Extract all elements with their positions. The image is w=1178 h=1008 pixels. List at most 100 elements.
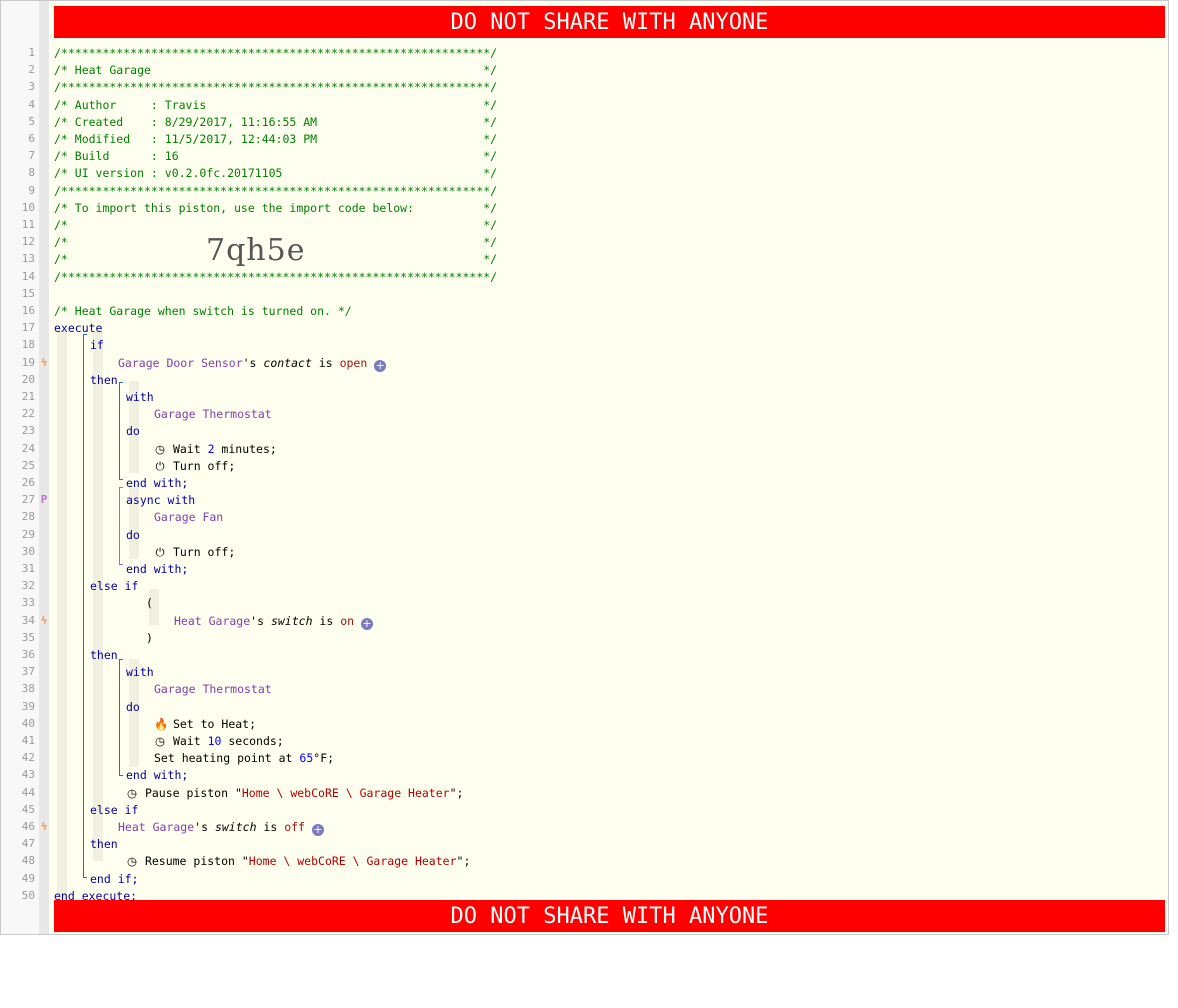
code-line: else if [90, 803, 138, 817]
add-condition-button[interactable]: + [311, 824, 324, 836]
code-line: ◷ Pause piston "Home \ webCoRE \ Garage … [126, 786, 463, 800]
code-line: if [90, 338, 104, 352]
line-number: 35 [21, 630, 35, 644]
code-line: end if; [90, 872, 138, 886]
code-line: ⏻ Turn off; [154, 545, 235, 560]
statement-text: with [126, 390, 154, 404]
statement-text: Wait [172, 441, 208, 456]
line-number: 3 [28, 80, 35, 94]
line-number: 36 [21, 648, 35, 661]
code-line: ◷ Wait 10 seconds; [154, 734, 284, 748]
code-line: /***************************************… [54, 46, 497, 60]
possessive: 's [194, 820, 215, 834]
line-number: 50 [21, 888, 35, 902]
statement-text: end with; [126, 768, 189, 783]
statement-text: Garage Fan [154, 510, 224, 525]
line-number: 22 [21, 407, 35, 421]
add-condition-button[interactable]: + [374, 359, 387, 372]
code-line: end with; [126, 562, 188, 576]
attribute-name: contact [263, 355, 312, 370]
code-line: /* */ [54, 218, 497, 232]
clock-icon: ◷ [126, 854, 138, 869]
code-line: async with [126, 493, 195, 507]
device-name: Garage Door Sensor [118, 355, 243, 370]
line-number: 7 [28, 149, 35, 163]
flame-icon: 🔥 [154, 716, 169, 731]
gutter-marker: ϟ [40, 355, 48, 369]
line-number: 20 [21, 372, 35, 386]
line-number: 14 [21, 269, 35, 283]
gutter-marker: ϟ [40, 820, 48, 833]
block-bracket-top [119, 382, 123, 383]
line-number: 30 [21, 544, 35, 558]
line-number: 33 [21, 596, 35, 610]
line-number: 32 [21, 579, 35, 593]
code-line: /* Heat Garage when switch is turned on.… [54, 304, 352, 318]
statement-text: then [90, 648, 118, 662]
clock-icon: ◷ [154, 734, 166, 748]
block-indent-bar [57, 331, 67, 899]
block-bracket [119, 382, 120, 479]
comment-text: /* Heat Garage when switch is turned on.… [54, 304, 352, 318]
comment-text: /* UI version : v0.2.0fc.20171105 */ [54, 166, 498, 181]
clock-icon: ◷ [154, 441, 166, 456]
code-line: then [90, 837, 118, 851]
code-line: end with; [126, 768, 188, 782]
line-number: 16 [21, 304, 35, 317]
line-number: 48 [21, 854, 35, 868]
statement-text: Turn off; [172, 458, 236, 473]
line-number: 28 [21, 510, 35, 524]
line-number: 27 [21, 493, 35, 507]
comment-text: /***************************************… [54, 80, 498, 95]
block-bracket-bottom [119, 771, 123, 776]
code-line: /* Heat Garage */ [54, 63, 497, 77]
code-line: execute [54, 321, 102, 335]
gutter-marker: P [40, 493, 48, 507]
code-line: /***************************************… [54, 80, 497, 94]
code-line: Garage Thermostat [154, 682, 272, 696]
code-line: /***************************************… [54, 270, 497, 284]
statement-text: end with; [126, 562, 189, 576]
numeric-value: 65 [299, 751, 314, 766]
line-number: 43 [21, 768, 35, 782]
line-number: 29 [21, 527, 35, 541]
line-number: 8 [28, 166, 35, 180]
statement-text: Set to Heat; [172, 716, 257, 731]
line-number: 44 [21, 785, 35, 799]
add-condition-button[interactable]: + [361, 617, 373, 630]
code-line: ) [146, 631, 153, 645]
comparison-value: open [339, 355, 368, 370]
clock-icon: ◷ [126, 785, 138, 800]
line-number: 19 [21, 355, 35, 369]
comment-text: /***************************************… [54, 183, 498, 198]
numeric-value: 2 [207, 441, 215, 456]
code-line: 🔥 Set to Heat; [154, 717, 256, 731]
possessive: 's [242, 355, 264, 370]
marker-gutter [39, 1, 49, 934]
block-bracket-bottom [119, 475, 123, 480]
power-icon: ⏻ [155, 544, 165, 559]
code-line: with [126, 665, 154, 679]
line-number: 42 [21, 751, 35, 765]
block-bracket-bottom [83, 873, 87, 878]
line-number: 41 [21, 734, 35, 747]
statement-text: Pause piston " [144, 785, 242, 800]
statement-text: then [90, 372, 118, 387]
statement-text: seconds; [221, 734, 284, 748]
code-line: /* Created : 8/29/2017, 11:16:55 AM */ [54, 115, 497, 129]
comparison-value: off [284, 820, 305, 834]
code-line: /* UI version : v0.2.0fc.20171105 */ [54, 166, 497, 180]
code-line: do [126, 700, 140, 714]
code-line: Set heating point at 65°F; [154, 751, 334, 765]
comment-text: /***************************************… [54, 46, 498, 60]
device-name: Heat Garage [118, 820, 195, 834]
warning-banner-bottom: DO NOT SHARE WITH ANYONE [54, 900, 1165, 932]
comment-text: /***************************************… [54, 269, 498, 284]
code-line: Heat Garage's switch is on + [174, 614, 373, 630]
code-line: then [90, 373, 118, 387]
numeric-value: 10 [207, 734, 222, 748]
comment-text: /* Heat Garage */ [54, 63, 498, 78]
code-line: ⏻ Turn off; [154, 459, 235, 474]
code-line: /* Author : Travis */ [54, 98, 497, 112]
code-line: then [90, 648, 118, 662]
